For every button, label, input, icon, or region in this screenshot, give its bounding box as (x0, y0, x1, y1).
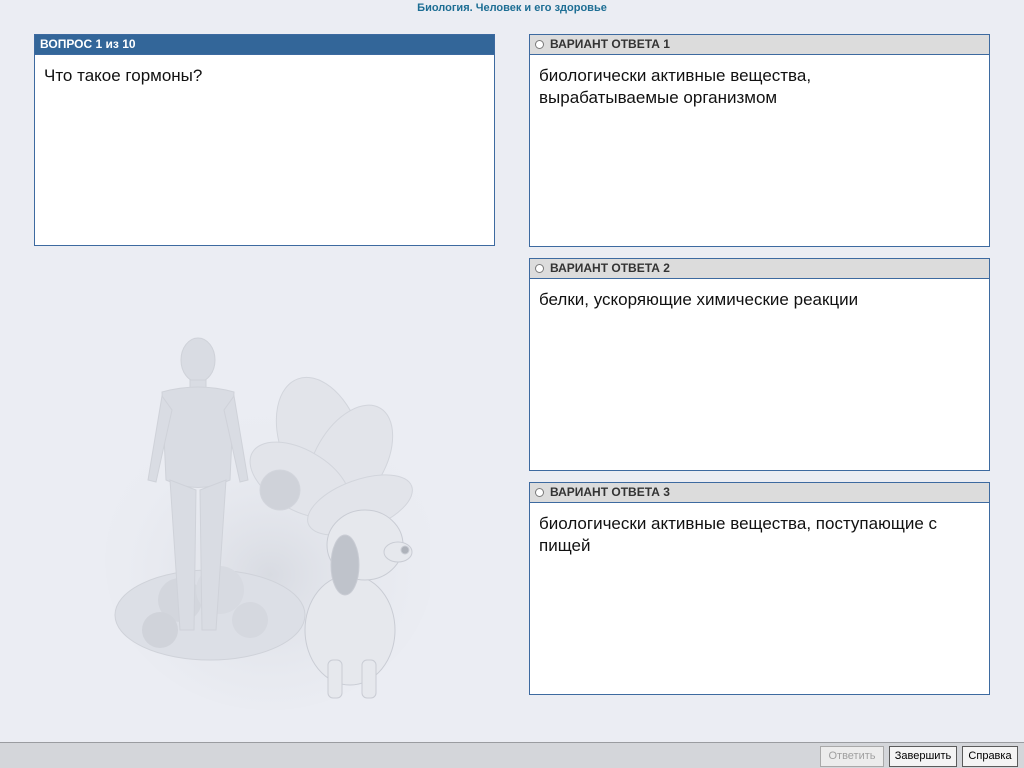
answer-option-1-text[interactable]: биологически активные вещества, вырабаты… (530, 55, 858, 119)
app-title: Биология. Человек и его здоровье (417, 2, 607, 14)
biology-illustration (105, 337, 430, 710)
question-header: ВОПРОС 1 из 10 (35, 35, 494, 55)
answer-option-3-label: ВАРИАНТ ОТВЕТА 3 (550, 485, 670, 499)
answer-option-3[interactable]: ВАРИАНТ ОТВЕТА 3 биологически активные в… (529, 482, 990, 695)
question-text: Что такое гормоны? (44, 66, 203, 85)
bottom-toolbar: Ответить Завершить Справка (0, 742, 1024, 768)
answer-option-2-text[interactable]: белки, ускоряющие химические реакции (530, 279, 989, 321)
answer-option-1-label: ВАРИАНТ ОТВЕТА 1 (550, 37, 670, 51)
answer-option-2[interactable]: ВАРИАНТ ОТВЕТА 2 белки, ускоряющие химич… (529, 258, 990, 471)
answer-option-1[interactable]: ВАРИАНТ ОТВЕТА 1 биологически активные в… (529, 34, 990, 247)
answer-option-3-header[interactable]: ВАРИАНТ ОТВЕТА 3 (530, 483, 989, 503)
answer-option-3-text[interactable]: биологически активные вещества, поступаю… (530, 503, 978, 567)
answer-option-1-header[interactable]: ВАРИАНТ ОТВЕТА 1 (530, 35, 989, 55)
answer-option-2-header[interactable]: ВАРИАНТ ОТВЕТА 2 (530, 259, 989, 279)
answer-option-3-radio[interactable] (535, 488, 544, 497)
answer-option-2-radio[interactable] (535, 264, 544, 273)
question-panel: ВОПРОС 1 из 10 Что такое гормоны? (34, 34, 495, 246)
answer-button[interactable]: Ответить (820, 746, 884, 767)
finish-button[interactable]: Завершить (889, 746, 957, 767)
answer-option-2-label: ВАРИАНТ ОТВЕТА 2 (550, 261, 670, 275)
help-button[interactable]: Справка (962, 746, 1018, 767)
answer-option-1-radio[interactable] (535, 40, 544, 49)
